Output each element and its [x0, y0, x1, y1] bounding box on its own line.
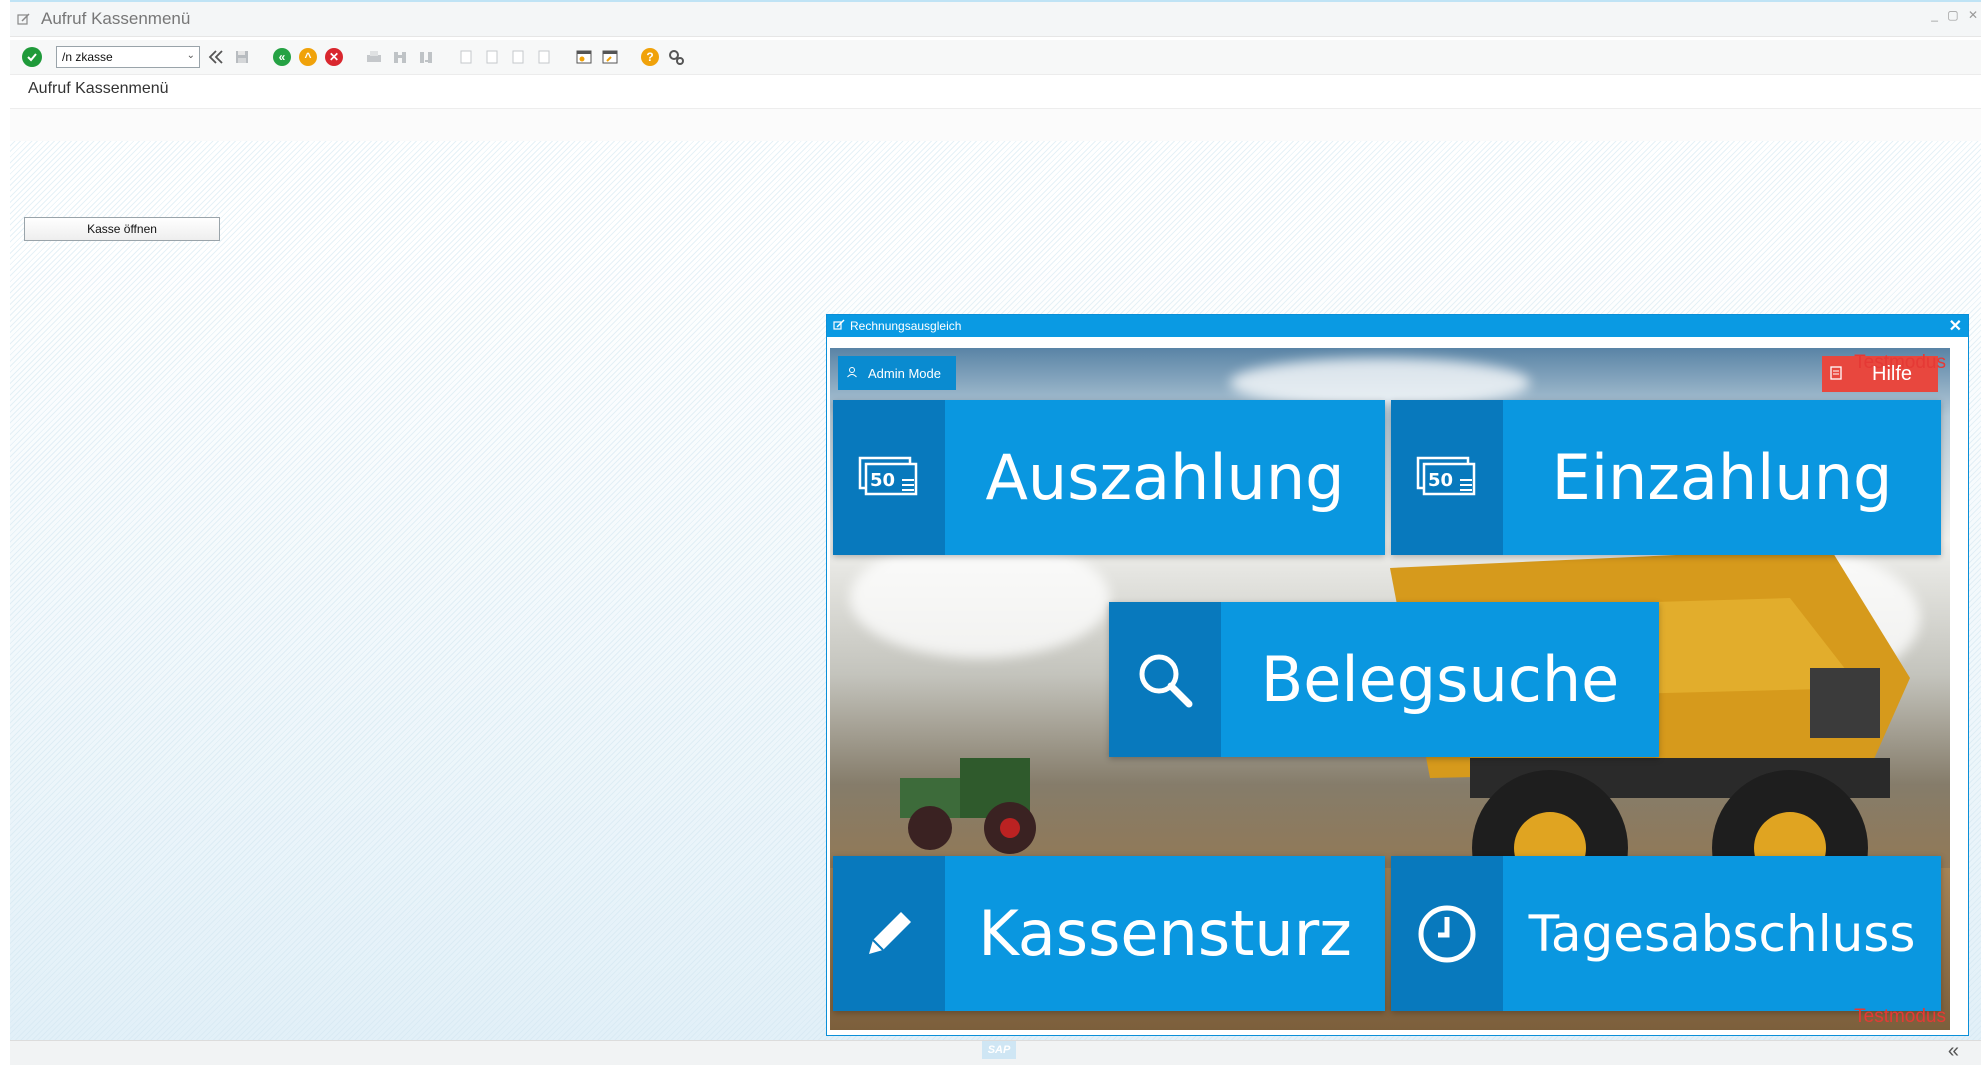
- kassensturz-label: Kassensturz: [978, 897, 1352, 970]
- document-icon: [1830, 363, 1842, 386]
- testmode-label-bottom: Testmodus: [1854, 1006, 1946, 1027]
- dialog-title: Rechnungsausgleich: [850, 319, 962, 333]
- chevron-down-icon[interactable]: ⌄: [187, 50, 195, 61]
- standard-toolbar: /n zkasse ⌄ « ^ ✕ ?: [10, 40, 1981, 75]
- banknote-value: 50: [1428, 470, 1453, 491]
- document-edit-icon: [833, 319, 845, 334]
- save-icon[interactable]: [232, 47, 252, 67]
- sap-logo: SAP: [982, 1041, 1016, 1059]
- last-page-icon[interactable]: [534, 47, 554, 67]
- window-controls[interactable]: _ ▢ ✕: [1931, 8, 1981, 22]
- create-shortcut-icon[interactable]: [600, 47, 620, 67]
- einzahlung-tile[interactable]: 50 Einzahlung: [1391, 400, 1941, 555]
- help-icon[interactable]: ?: [640, 47, 660, 67]
- settings-gear-icon[interactable]: [666, 47, 686, 67]
- open-register-button[interactable]: Kasse öffnen: [24, 217, 220, 241]
- double-chevron-left-icon[interactable]: [206, 47, 226, 67]
- dialog-background: Admin Mode Hilfe Testmodus 50 Auszahlung…: [830, 348, 1950, 1030]
- clock-icon: [1391, 856, 1503, 1011]
- user-icon: [846, 366, 858, 381]
- first-page-icon[interactable]: [456, 47, 476, 67]
- belegsuche-label: Belegsuche: [1260, 643, 1620, 716]
- cancel-icon[interactable]: ✕: [324, 47, 344, 67]
- banknote-icon: 50: [833, 400, 945, 555]
- find-next-icon[interactable]: [416, 47, 436, 67]
- window-titlebar: Aufruf Kassenmenü _ ▢ ✕: [10, 0, 1981, 37]
- sap-window: Aufruf Kassenmenü _ ▢ ✕ /n zkasse ⌄ « ^ …: [10, 0, 1981, 1065]
- close-icon[interactable]: ✕: [1949, 316, 1962, 336]
- back-icon[interactable]: «: [272, 47, 292, 67]
- admin-mode-label: Admin Mode: [868, 365, 941, 381]
- application-toolbar: [10, 108, 1981, 142]
- tagesabschluss-label: Tagesabschluss: [1528, 904, 1916, 963]
- tractor-image: [900, 758, 1036, 854]
- previous-page-icon[interactable]: [482, 47, 502, 67]
- exit-icon[interactable]: ^: [298, 47, 318, 67]
- dialog-titlebar: Rechnungsausgleich ✕: [827, 315, 1968, 337]
- auszahlung-label: Auszahlung: [985, 441, 1345, 514]
- screen-title: Aufruf Kassenmenü: [28, 80, 169, 97]
- window-title: Aufruf Kassenmenü: [41, 9, 191, 28]
- belegsuche-tile[interactable]: Belegsuche: [1109, 602, 1659, 757]
- command-field[interactable]: /n zkasse ⌄: [56, 46, 200, 68]
- payment-clearing-dialog: Rechnungsausgleich ✕ Admin Mode Hilfe Te…: [826, 314, 1969, 1036]
- auszahlung-tile[interactable]: 50 Auszahlung: [833, 400, 1385, 555]
- admin-mode-button[interactable]: Admin Mode: [838, 356, 956, 390]
- kassensturz-tile[interactable]: Kassensturz: [833, 856, 1385, 1011]
- enter-check-icon[interactable]: [22, 47, 42, 67]
- banknote-value: 50: [870, 470, 895, 491]
- testmode-label-top: Testmodus: [1854, 352, 1946, 373]
- find-icon[interactable]: [390, 47, 410, 67]
- document-edit-icon: [17, 12, 31, 26]
- print-icon[interactable]: [364, 47, 384, 67]
- pencil-icon: [833, 856, 945, 1011]
- search-icon: [1109, 602, 1221, 757]
- banknote-icon: 50: [1391, 400, 1503, 555]
- new-session-icon[interactable]: [574, 47, 594, 67]
- command-field-value: /n zkasse: [62, 50, 113, 64]
- collapse-status-icon[interactable]: «: [1948, 1040, 1959, 1063]
- next-page-icon[interactable]: [508, 47, 528, 67]
- einzahlung-label: Einzahlung: [1551, 441, 1893, 514]
- tagesabschluss-tile[interactable]: Tagesabschluss: [1391, 856, 1941, 1011]
